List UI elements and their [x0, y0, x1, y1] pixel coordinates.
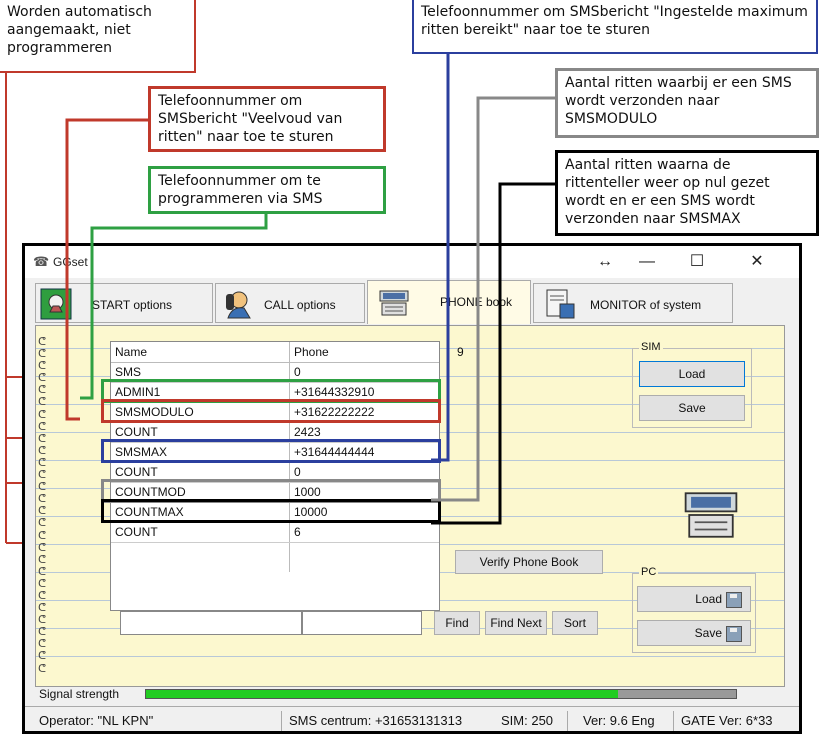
status-separator [281, 711, 282, 731]
phonebook-icon [379, 290, 409, 316]
signal-strength-fill [146, 690, 618, 698]
start-icon [40, 288, 72, 320]
column-header-phone[interactable]: Phone [290, 342, 440, 362]
ggset-window: ☎ GGset ↔ — ☐ ✕ START options CALL optio… [22, 243, 802, 734]
close-button[interactable]: ✕ [737, 249, 777, 275]
highlight-countmax [101, 499, 441, 523]
pc-save-label: Save [694, 626, 722, 640]
highlight-smsmax [101, 439, 441, 463]
search-input[interactable] [120, 611, 302, 635]
sort-button[interactable]: Sort [552, 611, 598, 635]
monitor-icon [546, 289, 575, 319]
search-input-secondary[interactable] [302, 611, 422, 635]
callout-auto-created: Worden automatisch aangemaakt, niet prog… [0, 0, 196, 73]
phone-call-icon [226, 291, 251, 319]
find-next-button[interactable]: Find Next [485, 611, 547, 635]
status-divider [25, 706, 799, 707]
notebook-spiral: ᕦ ᕦ ᕦ ᕦ ᕦ ᕦ ᕦ ᕦ ᕦ ᕦ ᕦ ᕦ ᕦ ᕦ ᕦ ᕦ ᕦ ᕦ ᕦ ᕦ … [38, 335, 47, 675]
callout-admin-phone: Telefoonnummer om te programmeren via SM… [148, 166, 386, 214]
row-name: COUNT [115, 525, 158, 539]
row-phone: 6 [294, 525, 301, 539]
sim-load-button[interactable]: Load [639, 361, 745, 387]
verify-phone-book-button[interactable]: Verify Phone Book [455, 550, 603, 574]
status-sms-centrum: SMS centrum: +31653131313 [289, 713, 463, 728]
pc-group-title: PC [639, 566, 659, 578]
tab-label: PHONE book [440, 295, 513, 309]
table-header: Name Phone [111, 342, 439, 363]
table-row[interactable]: COUNT 6 [111, 522, 439, 543]
title-bar: ☎ GGset ↔ — ☐ ✕ [25, 246, 799, 278]
tab-strip: START options CALL options PHONE book MO… [35, 280, 795, 326]
phonebook-panel: ᕦ ᕦ ᕦ ᕦ ᕦ ᕦ ᕦ ᕦ ᕦ ᕦ ᕦ ᕦ ᕦ ᕦ ᕦ ᕦ ᕦ ᕦ ᕦ ᕦ … [35, 325, 785, 687]
status-version: Ver: 9.6 Eng [583, 713, 655, 728]
status-sim: SIM: 250 [501, 713, 554, 728]
phonebook-table[interactable]: Name Phone SMS 0 ADMIN1 +31644332910 SMSMO… [101, 341, 441, 611]
tab-label: MONITOR of system [590, 298, 702, 312]
tab-monitor-of-system[interactable]: MONITOR of system [533, 283, 733, 323]
signal-strength-bar [145, 689, 737, 699]
floppy-disk-icon [726, 625, 742, 642]
callout-smsmax-phone: Telefoonnummer om SMSbericht "Ingestelde… [412, 0, 818, 54]
pc-load-button[interactable]: Load [637, 586, 751, 612]
signal-strength-label: Signal strength [39, 687, 120, 701]
pc-save-button[interactable]: Save [637, 620, 751, 646]
entry-count: 9 [457, 345, 464, 359]
tab-call-options[interactable]: CALL options [215, 283, 365, 323]
column-header-name[interactable]: Name [111, 342, 289, 362]
pc-load-label: Load [695, 592, 722, 606]
tab-label: CALL options [264, 298, 336, 312]
sim-group-title: SIM [639, 341, 663, 353]
resize-icon[interactable]: ↔ [585, 249, 625, 275]
status-gate-version: GATE Ver: 6*33 [681, 713, 773, 728]
maximize-button[interactable]: ☐ [677, 249, 717, 275]
tab-phone-book[interactable]: PHONE book [367, 280, 531, 324]
status-separator [567, 711, 568, 731]
status-separator [673, 711, 674, 731]
rule-line [36, 656, 784, 657]
callout-smsmodulo-phone: Telefoonnummer om SMSbericht "Veelvoud v… [148, 86, 386, 152]
sim-group: SIM Load Save [632, 341, 752, 428]
window-title: GGset [53, 255, 88, 269]
tab-start-options[interactable]: START options [35, 283, 213, 323]
highlight-smsmodulo [101, 399, 441, 423]
status-operator: Operator: "NL KPN" [39, 713, 154, 728]
find-button[interactable]: Find [434, 611, 480, 635]
callout-countmod: Aantal ritten waarbij er een SMS wordt v… [555, 68, 819, 138]
tab-label: START options [92, 298, 173, 312]
callout-countmax: Aantal ritten waarna de rittenteller wee… [555, 150, 819, 236]
minimize-button[interactable]: — [627, 249, 667, 275]
app-icon: ☎ [33, 254, 50, 269]
phonebook-large-icon [684, 492, 738, 538]
pc-group: PC Load Save [632, 566, 756, 653]
floppy-disk-icon [726, 591, 742, 608]
sim-save-button[interactable]: Save [639, 395, 745, 421]
